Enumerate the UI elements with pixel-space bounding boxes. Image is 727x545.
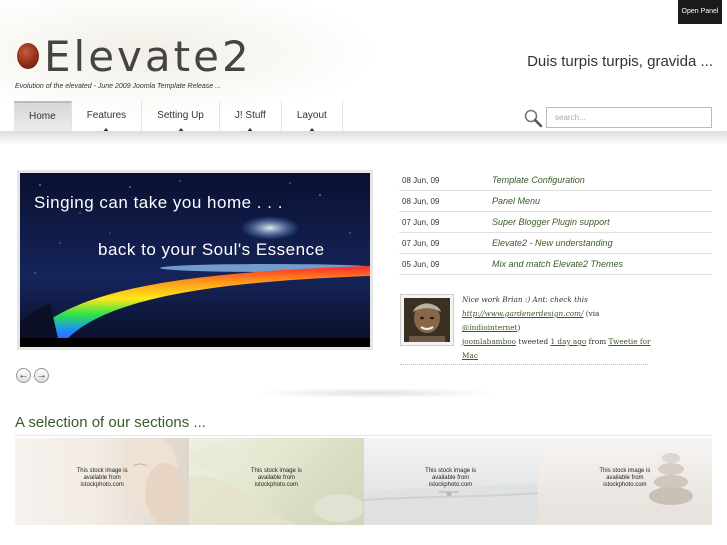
divider — [400, 364, 648, 365]
section-thumbnail[interactable]: This stock image is available from istoc… — [537, 438, 712, 525]
article-date: 07 Jun, 09 — [402, 217, 440, 227]
slide-caption-secondary: back to your Soul's Essence — [98, 240, 325, 259]
tweet-time-link[interactable]: 1 day ago — [550, 337, 586, 346]
nav-label: Home — [29, 111, 56, 122]
stock-image-notice: This stock image is available from istoc… — [425, 468, 477, 488]
search-icon[interactable] — [523, 108, 543, 128]
tweet-via-suffix: ) — [517, 323, 521, 332]
article-title-link[interactable]: Mix and match Elevate2 Themes — [492, 259, 623, 269]
article-title-link[interactable]: Template Configuration — [492, 175, 585, 185]
tweet-text: Nice work Brian :) Ant: check this — [462, 295, 588, 304]
list-item[interactable]: 07 Jun, 09 Elevate2 - New understanding — [399, 233, 712, 254]
stock-image-notice: This stock image is available from istoc… — [599, 468, 651, 488]
article-title-link[interactable]: Panel Menu — [492, 196, 540, 206]
tweet-tweeted-label: tweeted — [518, 337, 549, 346]
divider — [15, 435, 712, 436]
article-title-link[interactable]: Elevate2 - New understanding — [492, 238, 613, 248]
section-thumbnail[interactable]: This stock image is available from istoc… — [15, 438, 190, 525]
slide-caption-primary: Singing can take you home . . . — [34, 193, 283, 212]
section-thumbnail[interactable]: This stock image is available from istoc… — [363, 438, 538, 525]
list-item[interactable]: 07 Jun, 09 Super Blogger Plugin support — [399, 212, 712, 233]
article-date: 07 Jun, 09 — [402, 238, 440, 248]
nav-shadow — [0, 131, 727, 145]
article-date: 08 Jun, 09 — [402, 196, 440, 206]
nav-label: Layout — [296, 110, 327, 121]
main-nav: Home Features Setting Up J! Stuff Layout — [14, 101, 343, 133]
stock-image-notice: This stock image is available from istoc… — [250, 468, 302, 488]
nav-item-setting-up[interactable]: Setting Up — [142, 101, 220, 133]
section-thumbnails: This stock image is available from istoc… — [15, 438, 712, 525]
nav-label: Features — [86, 110, 127, 121]
nav-item-j-stuff[interactable]: J! Stuff — [220, 101, 282, 133]
article-date: 05 Jun, 09 — [402, 259, 440, 269]
logo-icon — [17, 43, 39, 69]
search-input[interactable] — [546, 107, 712, 128]
nav-label: Setting Up — [157, 110, 204, 121]
avatar[interactable] — [400, 294, 454, 346]
tweet-via-prefix: (via — [585, 309, 600, 318]
list-item[interactable]: 08 Jun, 09 Template Configuration — [399, 170, 712, 191]
open-panel-button[interactable]: Open Panel — [678, 0, 722, 24]
section-thumbnail[interactable]: This stock image is available from istoc… — [189, 438, 364, 525]
article-title-link[interactable]: Super Blogger Plugin support — [492, 217, 610, 227]
tweet-source-link-continued[interactable]: Mac — [462, 351, 478, 360]
slideshow-image[interactable]: Singing can take you home . . . back to … — [17, 170, 373, 350]
prev-arrow-icon[interactable]: ← — [16, 368, 31, 383]
sections-heading: A selection of our sections ... — [15, 414, 206, 431]
tweet-source-link[interactable]: Tweetie for — [608, 337, 650, 346]
tweet-from-label: from — [588, 337, 607, 346]
header-headline: Duis turpis turpis, gravida ... — [527, 53, 713, 70]
site-tagline: Evolution of the elevated - June 2009 Jo… — [15, 83, 221, 90]
article-date: 08 Jun, 09 — [402, 175, 440, 185]
user-photo — [404, 298, 450, 342]
nav-label: J! Stuff — [234, 110, 266, 121]
tweet-via-link[interactable]: @indiointernet — [462, 323, 517, 332]
nav-item-layout[interactable]: Layout — [282, 101, 343, 133]
section-shadow — [250, 388, 500, 398]
site-logo[interactable]: Elevate2 — [44, 32, 252, 81]
tweet-user-link[interactable]: joomlabamboo — [462, 337, 516, 346]
latest-articles-list: 08 Jun, 09 Template Configuration 08 Jun… — [399, 170, 712, 275]
tweet-link[interactable]: http://www.gardenerdesign.com/ — [462, 309, 583, 318]
tweet: Nice work Brian :) Ant: check this http:… — [462, 293, 652, 363]
list-item[interactable]: 08 Jun, 09 Panel Menu — [399, 191, 712, 212]
next-arrow-icon[interactable]: → — [34, 368, 49, 383]
nav-item-features[interactable]: Features — [72, 101, 143, 133]
list-item[interactable]: 05 Jun, 09 Mix and match Elevate2 Themes — [399, 254, 712, 275]
nav-item-home[interactable]: Home — [14, 101, 72, 131]
stock-image-notice: This stock image is available from istoc… — [76, 468, 128, 488]
